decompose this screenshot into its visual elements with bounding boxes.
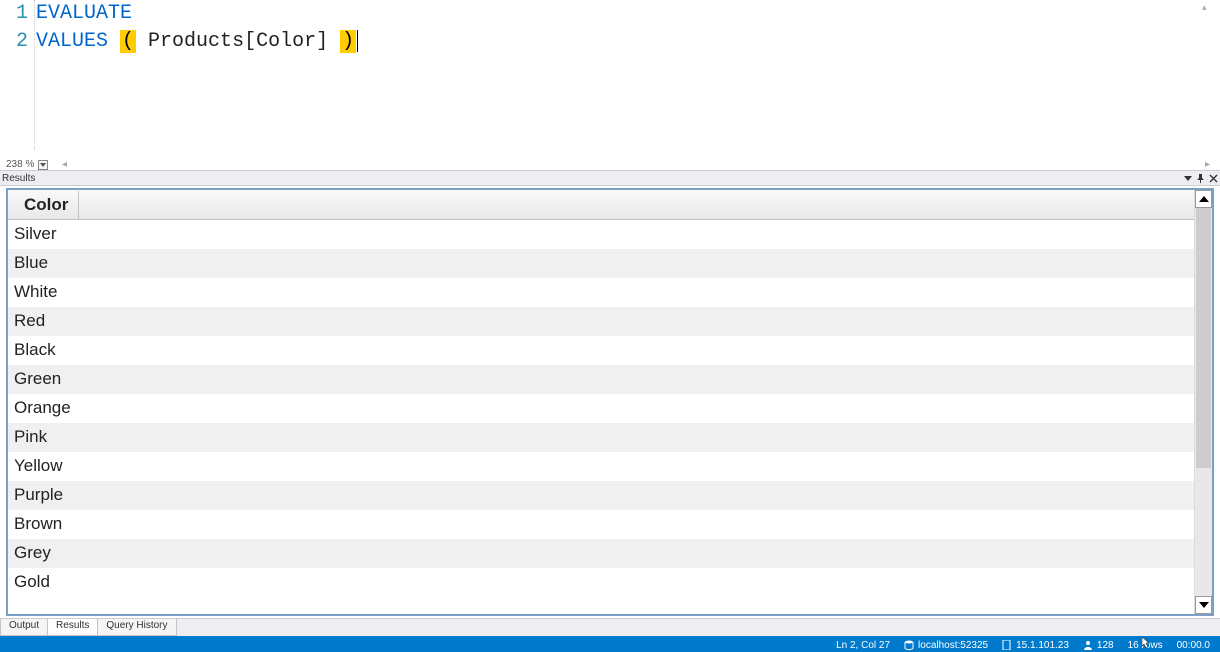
table-row[interactable]: Pink	[8, 423, 1194, 452]
results-panel-title: Results	[2, 173, 35, 184]
bracket-open: (	[120, 30, 136, 53]
user-icon	[1083, 640, 1093, 650]
table-row[interactable]: Blue	[8, 249, 1194, 278]
scroll-thumb[interactable]	[1196, 208, 1211, 468]
code-line-1[interactable]: EVALUATE	[36, 0, 1220, 28]
cell-value: Grey	[14, 543, 51, 563]
mouse-cursor-icon	[1142, 637, 1154, 649]
cell-value: Blue	[14, 253, 48, 273]
table-row[interactable]: Yellow	[8, 452, 1194, 481]
text-cursor	[357, 30, 358, 52]
tab-output[interactable]: Output	[0, 619, 48, 636]
cell-value: Black	[14, 340, 56, 360]
column-header-row[interactable]: Color	[8, 190, 1194, 220]
document-icon	[1002, 640, 1012, 650]
hscroll-right-icon[interactable]: ▸	[1205, 159, 1210, 170]
cell-value: Gold	[14, 572, 50, 592]
scroll-down-button[interactable]	[1195, 596, 1212, 614]
status-spid: 128	[1083, 640, 1114, 651]
cell-value: Purple	[14, 485, 63, 505]
table-row[interactable]: Red	[8, 307, 1194, 336]
hscroll-left-icon[interactable]: ◂	[62, 159, 67, 170]
code-area[interactable]: EVALUATE VALUES ( Products[Color] )	[36, 0, 1220, 56]
pin-icon[interactable]	[1196, 174, 1205, 183]
indent-guide	[34, 0, 35, 150]
status-server: localhost:52325	[904, 640, 988, 651]
line-number: 1	[0, 0, 28, 28]
results-panel-header[interactable]: Results	[0, 170, 1220, 186]
identifier: Products[Color]	[136, 30, 340, 53]
results-grid[interactable]: Color Silver Blue White Red Black Green Orange…	[6, 188, 1214, 616]
table-row[interactable]: Gold	[8, 568, 1194, 597]
table-row[interactable]: Brown	[8, 510, 1194, 539]
code-editor-pane[interactable]: ▴ 1 2 EVALUATE VALUES ( Products[Color] …	[0, 0, 1220, 170]
scroll-track[interactable]	[1195, 208, 1212, 596]
cell-value: Pink	[14, 427, 47, 447]
column-header-color[interactable]: Color	[14, 191, 79, 219]
bracket-close: )	[340, 30, 356, 53]
table-row[interactable]: Grey	[8, 539, 1194, 568]
status-time: 00:00.0	[1177, 640, 1210, 651]
zoom-value: 238 %	[6, 159, 34, 170]
vertical-scrollbar[interactable]	[1194, 190, 1212, 614]
cell-value: Brown	[14, 514, 62, 534]
keyword: EVALUATE	[36, 2, 132, 25]
zoom-dropdown-icon[interactable]	[38, 160, 48, 170]
cell-value: Red	[14, 311, 45, 331]
line-number: 2	[0, 28, 28, 56]
table-row[interactable]: Orange	[8, 394, 1194, 423]
status-cursor-position: Ln 2, Col 27	[836, 640, 890, 651]
cell-value: Silver	[14, 224, 57, 244]
chevron-down-icon	[1199, 602, 1209, 608]
table-row[interactable]: Purple	[8, 481, 1194, 510]
table-row[interactable]: White	[8, 278, 1194, 307]
cell-value: White	[14, 282, 57, 302]
close-icon[interactable]	[1209, 174, 1218, 183]
table-row[interactable]: Green	[8, 365, 1194, 394]
cell-value: Green	[14, 369, 61, 389]
zoom-control[interactable]: 238 %	[6, 159, 48, 170]
tab-results[interactable]: Results	[47, 619, 98, 636]
status-version: 15.1.101.23	[1002, 640, 1069, 651]
code-line-2[interactable]: VALUES ( Products[Color] )	[36, 28, 1220, 56]
table-row[interactable]: Black	[8, 336, 1194, 365]
chevron-up-icon	[1199, 196, 1209, 202]
cell-value: Orange	[14, 398, 71, 418]
table-row[interactable]: Silver	[8, 220, 1194, 249]
database-icon	[904, 640, 914, 650]
status-bar: Ln 2, Col 27 localhost:52325 15.1.101.23…	[0, 636, 1220, 652]
panel-dropdown-icon[interactable]	[1184, 176, 1192, 181]
tab-query-history[interactable]: Query History	[97, 619, 176, 636]
line-number-gutter: 1 2	[0, 0, 32, 170]
keyword: VALUES	[36, 30, 108, 53]
bottom-tabs[interactable]: Output Results Query History	[0, 618, 1220, 636]
cell-value: Yellow	[14, 456, 63, 476]
scroll-up-button[interactable]	[1195, 190, 1212, 208]
